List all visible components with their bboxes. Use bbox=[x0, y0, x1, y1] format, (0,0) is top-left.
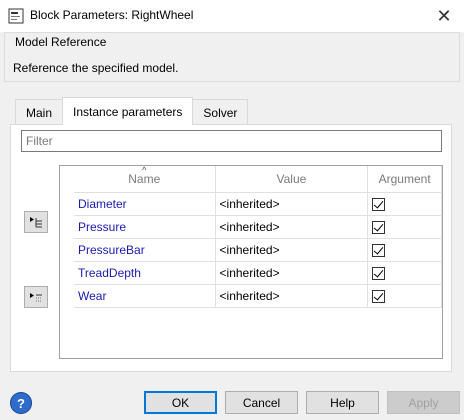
argument-cell bbox=[367, 284, 442, 308]
argument-cell bbox=[367, 238, 442, 262]
table-row[interactable]: PressureBar <inherited> bbox=[74, 238, 442, 262]
param-value[interactable]: <inherited> bbox=[215, 192, 369, 216]
parameters-table-container: ^ Name Value Argument Diameter <inherite… bbox=[59, 165, 443, 359]
collapse-tree-icon bbox=[30, 293, 42, 302]
table-row[interactable]: Wear <inherited> bbox=[74, 284, 442, 308]
param-name: Diameter bbox=[74, 192, 216, 216]
table-row[interactable]: Pressure <inherited> bbox=[74, 215, 442, 239]
simulink-block-icon bbox=[8, 8, 24, 24]
expand-button[interactable] bbox=[24, 211, 48, 233]
param-name: Wear bbox=[74, 284, 216, 308]
window-title: Block Parameters: RightWheel bbox=[30, 8, 194, 22]
close-icon: ✕ bbox=[436, 5, 452, 26]
param-name: Pressure bbox=[74, 215, 216, 239]
argument-checkbox[interactable] bbox=[372, 220, 386, 234]
tab-instance-parameters[interactable]: Instance parameters bbox=[62, 97, 194, 125]
argument-checkbox[interactable] bbox=[372, 243, 386, 257]
group-description: Reference the specified model. bbox=[13, 61, 179, 75]
argument-checkbox[interactable] bbox=[372, 266, 386, 280]
param-value[interactable]: <inherited> bbox=[215, 261, 369, 285]
param-value[interactable]: <inherited> bbox=[215, 215, 369, 239]
instance-parameters-panel: ^ Name Value Argument Diameter <inherite… bbox=[10, 124, 452, 372]
title-bar: Block Parameters: RightWheel ✕ bbox=[0, 0, 464, 32]
parameters-table: ^ Name Value Argument Diameter <inherite… bbox=[74, 165, 442, 308]
tab-main[interactable]: Main bbox=[15, 99, 64, 125]
table-header-row: ^ Name Value Argument bbox=[74, 165, 442, 193]
sort-ascending-icon: ^ bbox=[142, 165, 147, 175]
column-header-name[interactable]: ^ Name bbox=[74, 165, 216, 193]
argument-cell bbox=[367, 192, 442, 216]
expand-tree-icon bbox=[30, 217, 42, 228]
cancel-button[interactable]: Cancel bbox=[225, 391, 298, 414]
table-row[interactable]: TreadDepth <inherited> bbox=[74, 261, 442, 285]
column-header-value[interactable]: Value bbox=[215, 166, 369, 193]
argument-cell bbox=[367, 215, 442, 239]
filter-input[interactable] bbox=[21, 130, 442, 152]
argument-checkbox[interactable] bbox=[372, 197, 386, 211]
argument-checkbox[interactable] bbox=[372, 289, 386, 303]
tab-bar: Main Instance parameters Solver bbox=[15, 97, 249, 125]
tab-solver[interactable]: Solver bbox=[192, 99, 249, 125]
ok-button[interactable]: OK bbox=[144, 391, 217, 414]
collapse-button[interactable] bbox=[24, 286, 48, 308]
param-name: PressureBar bbox=[74, 238, 216, 262]
help-button[interactable]: Help bbox=[306, 391, 379, 414]
argument-cell bbox=[367, 261, 442, 285]
help-question-icon[interactable]: ? bbox=[10, 392, 32, 414]
model-reference-group: Model Reference Reference the specified … bbox=[4, 32, 460, 82]
close-button[interactable]: ✕ bbox=[424, 0, 464, 32]
apply-button[interactable]: Apply bbox=[387, 391, 460, 414]
param-value[interactable]: <inherited> bbox=[215, 238, 369, 262]
param-name: TreadDepth bbox=[74, 261, 216, 285]
group-legend: Model Reference bbox=[13, 35, 109, 49]
table-row[interactable]: Diameter <inherited> bbox=[74, 192, 442, 216]
param-value[interactable]: <inherited> bbox=[215, 284, 369, 308]
column-header-argument[interactable]: Argument bbox=[367, 166, 442, 193]
